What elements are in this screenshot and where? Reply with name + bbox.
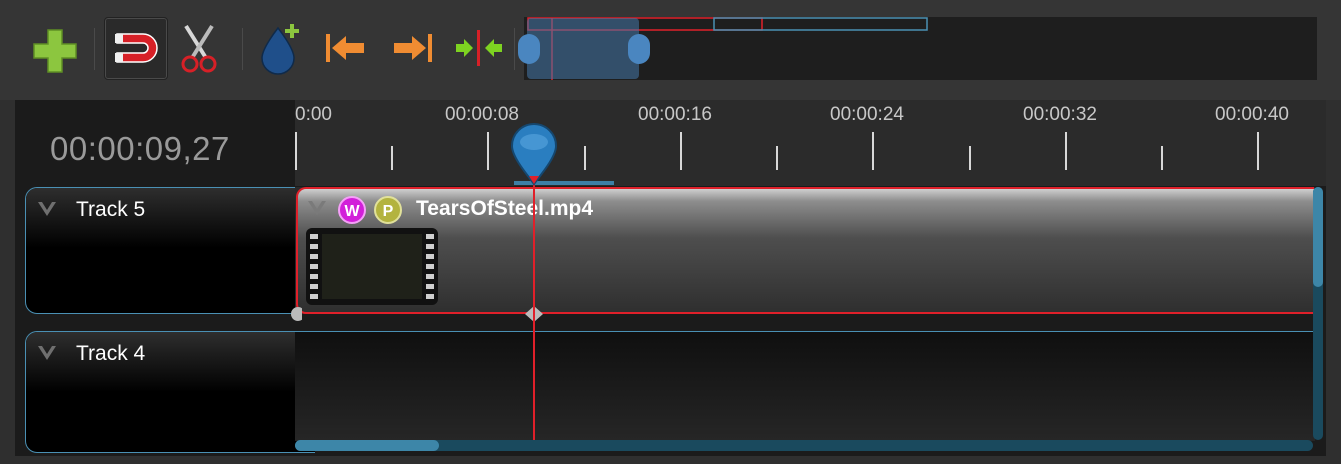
current-time-display: 00:00:09,27 [50, 130, 230, 167]
track-4-area[interactable] [295, 331, 1315, 441]
overview-viewport[interactable] [527, 18, 639, 79]
chevron-down-icon[interactable] [306, 197, 328, 219]
ruler-label: 00:00:40 [1215, 104, 1289, 125]
track-header-gradient [26, 332, 315, 392]
jump-previous-icon [326, 34, 364, 62]
next-marker-button[interactable] [386, 18, 440, 78]
clip-start-handle[interactable] [290, 306, 302, 322]
ruler-label: 00:00:32 [1023, 104, 1097, 125]
snapping-toggle[interactable] [104, 17, 168, 80]
horizontal-scrollbar[interactable] [295, 440, 1313, 451]
overview-right-handle[interactable] [628, 34, 650, 64]
timeline-overview[interactable] [518, 17, 1317, 80]
film-strip-icon [306, 228, 438, 305]
add-track-button[interactable] [28, 18, 82, 78]
ruler-tick [1161, 146, 1163, 170]
ruler-tick [295, 132, 297, 170]
overview-left-handle[interactable] [518, 34, 540, 64]
toolbar-separator [242, 28, 243, 70]
ruler-label: 00:00:24 [830, 104, 904, 125]
ruler-tick [1257, 132, 1259, 170]
ruler-tick [872, 132, 874, 170]
clip[interactable]: W P TearsOfSteel.mp4 [296, 187, 1314, 314]
chevron-down-icon[interactable] [36, 342, 58, 364]
previous-marker-button[interactable] [318, 18, 372, 78]
add-marker-button[interactable] [252, 18, 306, 78]
toolbar-separator [94, 28, 95, 70]
vertical-scrollbar-thumb[interactable] [1313, 187, 1323, 287]
ruler-tick [1065, 132, 1067, 170]
track-header-gradient [26, 188, 315, 248]
plus-icon [33, 29, 77, 73]
ruler-tick [487, 132, 489, 170]
toolbar-separator [514, 28, 515, 70]
ruler-tick [680, 132, 682, 170]
horizontal-scrollbar-thumb[interactable] [295, 440, 439, 451]
clip-title: TearsOfSteel.mp4 [416, 197, 594, 220]
scissors-icon [181, 24, 217, 73]
track-name: Track 4 [76, 342, 146, 365]
razor-tool-button[interactable] [174, 18, 228, 78]
ruler-label: 0:00 [295, 104, 332, 125]
playhead-line [533, 180, 535, 440]
ruler-tick [584, 146, 586, 170]
playhead-handle[interactable] [508, 122, 560, 188]
track-header-4[interactable]: Track 4 [25, 331, 315, 453]
center-playhead-button[interactable] [452, 18, 506, 78]
center-playhead-icon [456, 30, 502, 66]
chevron-down-icon[interactable] [36, 198, 58, 220]
properties-badge[interactable]: P [374, 196, 402, 224]
ruler-label: 00:00:16 [638, 104, 712, 125]
jump-next-icon [394, 34, 432, 62]
waveform-badge[interactable]: W [338, 196, 366, 224]
ruler-tick [391, 146, 393, 170]
add-marker-icon [261, 24, 299, 75]
track-name: Track 5 [76, 198, 146, 221]
toolbar [0, 0, 1341, 100]
ruler-tick [969, 146, 971, 170]
vertical-scrollbar[interactable] [1313, 187, 1323, 440]
magnet-icon [115, 33, 158, 63]
ruler-tick [776, 146, 778, 170]
time-ruler[interactable]: 0:00 00:00:08 00:00:16 00:00:24 00:00:32… [295, 100, 1326, 186]
track-header-5[interactable]: Track 5 [25, 187, 315, 314]
